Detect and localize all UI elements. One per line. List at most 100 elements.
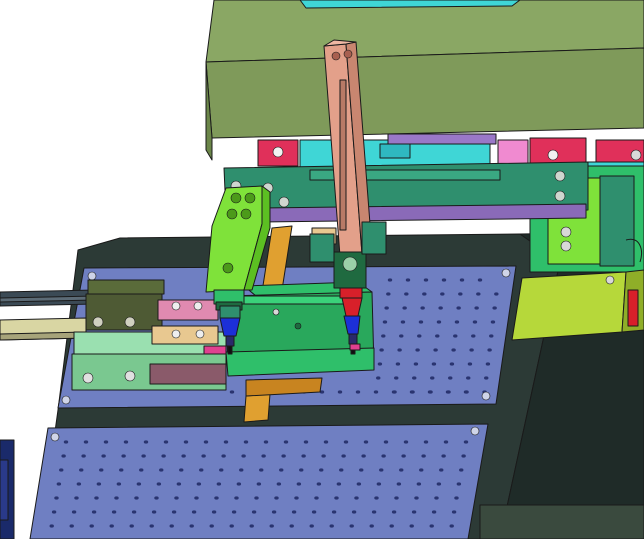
bolt-hole-icon: [156, 482, 162, 486]
bolt-hole-icon: [420, 306, 425, 310]
bolt-hole-icon: [434, 496, 439, 500]
bolt-hole-icon: [311, 510, 317, 514]
bolt-hole-icon: [453, 334, 458, 338]
bolt-hole-icon: [422, 292, 427, 296]
bolt-hole-icon: [356, 482, 362, 486]
bolt-hole-icon: [271, 510, 277, 514]
bolt-hole-icon: [289, 524, 294, 528]
screw-head-icon: [50, 432, 60, 442]
bolt-hole-icon: [219, 468, 224, 472]
bolt-hole-icon: [451, 348, 456, 352]
bolt-hole-icon: [419, 468, 424, 472]
bolt-hole-icon: [229, 524, 234, 528]
bolt-hole-icon: [276, 482, 282, 486]
bolt-hole-icon: [484, 376, 489, 380]
bolt-hole-icon: [377, 362, 383, 366]
bolt-hole-icon: [351, 510, 357, 514]
bolt-hole-icon: [176, 482, 182, 486]
bolt-hole-icon: [161, 454, 166, 458]
bolt-hole-icon: [256, 482, 262, 486]
bolt-hole-icon: [396, 482, 402, 486]
bolt-hole-icon: [458, 292, 463, 296]
bolt-hole-icon: [454, 320, 460, 324]
bolt-hole-icon: [283, 440, 289, 444]
pink-block-small: [157, 299, 219, 321]
nozzle-left-pin: [227, 345, 233, 355]
pink-marker: [203, 345, 227, 355]
bolt-hole-icon: [316, 482, 322, 486]
bolt-hole-icon: [296, 482, 302, 486]
bolt-hole-icon: [399, 468, 404, 472]
bolt-hole-icon: [226, 208, 238, 220]
bolt-hole-icon: [179, 468, 184, 472]
bolt-hole-icon: [181, 454, 186, 458]
bolt-hole-icon: [401, 454, 406, 458]
bolt-hole-icon: [244, 192, 256, 204]
bolt-hole-icon: [435, 334, 440, 338]
bolt-hole-icon: [381, 454, 386, 458]
orange-bracket-base: [243, 393, 271, 423]
bolt-hole-icon: [423, 278, 429, 282]
bolt-hole-icon: [421, 454, 426, 458]
bolt-hole-icon: [438, 306, 443, 310]
bolt-hole-icon: [409, 524, 414, 528]
bolt-hole-icon: [116, 482, 122, 486]
bolt-hole-icon: [381, 334, 386, 338]
bolt-hole-icon: [89, 524, 94, 528]
bolt-hole-icon: [154, 496, 159, 500]
screw-head-icon: [124, 370, 136, 382]
bolt-hole-icon: [463, 440, 469, 444]
screw-head-icon: [278, 196, 290, 208]
bolt-hole-icon: [301, 454, 306, 458]
bolt-hole-icon: [294, 322, 302, 330]
bolt-hole-icon: [94, 496, 99, 500]
bolt-hole-icon: [56, 482, 62, 486]
bolt-hole-icon: [439, 468, 444, 472]
bolt-hole-icon: [69, 524, 74, 528]
bolt-hole-icon: [382, 320, 388, 324]
bolt-hole-icon: [61, 454, 66, 458]
bolt-hole-icon: [119, 468, 124, 472]
bolt-hole-icon: [222, 262, 234, 274]
bolt-hole-icon: [336, 482, 342, 486]
bolt-hole-icon: [384, 306, 389, 310]
bolt-hole-icon: [456, 482, 462, 486]
bolt-hole-icon: [274, 496, 279, 500]
bolt-hole-icon: [121, 454, 126, 458]
nozzle-left-body: [219, 305, 241, 319]
bolt-hole-icon: [183, 440, 189, 444]
bolt-hole-icon: [359, 468, 364, 472]
nozzle-left-end: [225, 335, 235, 347]
nozzle-right-end: [348, 333, 358, 345]
screw-head-icon: [124, 316, 136, 328]
bolt-hole-icon: [354, 496, 359, 500]
bolt-hole-icon: [471, 334, 476, 338]
screw-head-icon: [272, 308, 280, 316]
bolt-hole-icon: [449, 524, 454, 528]
bolt-hole-icon: [489, 334, 494, 338]
bolt-hole-icon: [430, 376, 435, 380]
column-slot: [339, 79, 347, 231]
cad-viewport[interactable]: [0, 0, 644, 539]
bolt-hole-icon: [404, 292, 409, 296]
screw-head-icon: [554, 170, 566, 182]
bolt-hole-icon: [448, 376, 453, 380]
screw-head-icon: [171, 301, 181, 311]
bolt-hole-icon: [251, 510, 257, 514]
right-lower-block: [479, 504, 644, 539]
bolt-hole-icon: [361, 454, 366, 458]
screw-head-icon: [470, 426, 480, 436]
bolt-hole-icon: [399, 334, 404, 338]
bolt-hole-icon: [451, 510, 457, 514]
bolt-hole-icon: [391, 510, 397, 514]
bolt-hole-icon: [376, 376, 381, 380]
bolt-hole-icon: [99, 468, 104, 472]
bolt-hole-icon: [391, 390, 397, 394]
bolt-hole-icon: [194, 496, 199, 500]
bolt-hole-icon: [343, 440, 349, 444]
horizontal-beam: [223, 161, 589, 223]
bolt-hole-icon: [263, 440, 269, 444]
bolt-hole-icon: [281, 454, 286, 458]
bolt-hole-icon: [334, 496, 339, 500]
bolt-hole-icon: [141, 454, 146, 458]
